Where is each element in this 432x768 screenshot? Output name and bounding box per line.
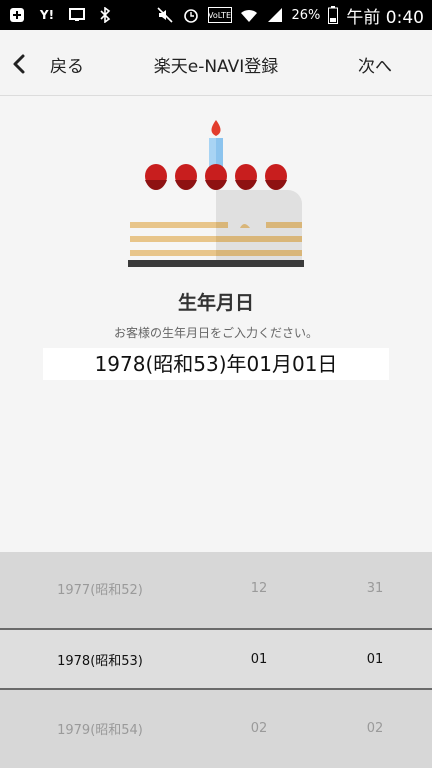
instruction-text: お客様の生年月日をご入力ください。	[113, 326, 318, 340]
screen-icon	[68, 7, 86, 23]
picker-row-selected[interactable]: 1978(昭和53) 01 01	[0, 628, 432, 690]
picker-day[interactable]: 02	[318, 692, 432, 764]
next-button[interactable]: 次へ	[358, 52, 392, 77]
bluetooth-icon	[96, 7, 114, 23]
battery-icon	[328, 6, 339, 24]
birthday-section: 生年月日 お客様の生年月日をご入力ください。 1978(昭和53)年01月01日	[0, 96, 432, 552]
app-bar: 戻る 楽天e-NAVI登録 次へ	[0, 30, 432, 96]
picker-day-selected[interactable]: 01	[318, 630, 432, 688]
back-button[interactable]: 戻る	[50, 52, 84, 77]
yahoo-icon: Y!	[39, 8, 55, 22]
birthday-cake-icon	[128, 120, 304, 267]
volte-icon: VoLTE	[207, 7, 232, 23]
alarm-icon	[182, 7, 200, 23]
date-picker[interactable]: 1977(昭和52) 12 31 1978(昭和53) 01 01 1979(昭…	[0, 552, 432, 768]
picker-year-selected[interactable]: 1978(昭和53)	[0, 630, 200, 688]
mute-icon	[156, 7, 174, 23]
picker-month[interactable]: 02	[200, 692, 318, 764]
wifi-icon	[240, 7, 258, 23]
picker-month-selected[interactable]: 01	[200, 630, 318, 688]
picker-year[interactable]: 1979(昭和54)	[0, 692, 200, 764]
plus-square-icon	[8, 7, 26, 23]
status-clock: 午前 0:40	[346, 7, 424, 28]
section-title: 生年月日	[177, 292, 254, 314]
picker-month[interactable]: 12	[200, 552, 318, 624]
status-bar: Y! VoLTE 26% 午前 0:40	[0, 0, 432, 30]
birthdate-field[interactable]: 1978(昭和53)年01月01日	[43, 348, 389, 380]
signal-icon	[266, 7, 284, 23]
picker-day[interactable]: 31	[318, 552, 432, 624]
picker-year[interactable]: 1977(昭和52)	[0, 552, 200, 624]
battery-percent: 26%	[291, 7, 321, 23]
back-chevron-icon[interactable]	[8, 52, 30, 76]
picker-row-previous[interactable]: 1977(昭和52) 12 31	[0, 552, 432, 624]
picker-row-next[interactable]: 1979(昭和54) 02 02	[0, 692, 432, 764]
